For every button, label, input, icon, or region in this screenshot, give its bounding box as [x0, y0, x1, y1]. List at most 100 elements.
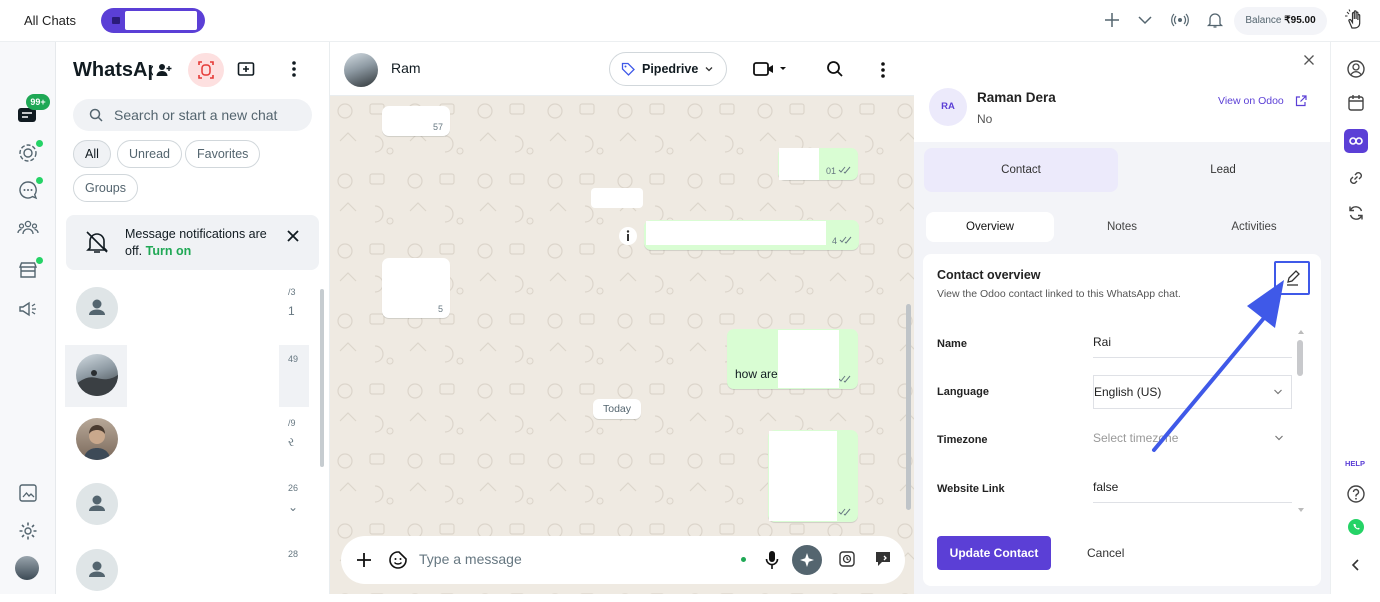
close-icon[interactable] — [286, 229, 300, 243]
status-dot — [36, 140, 43, 147]
tag-icon — [621, 62, 635, 76]
chevron-down-icon — [704, 64, 714, 74]
chevron-down-icon[interactable] — [1135, 10, 1155, 30]
contact-avatar[interactable] — [344, 53, 378, 87]
default-avatar — [76, 483, 118, 525]
system-notice — [591, 188, 643, 208]
scroll-down-arrow[interactable] — [1298, 508, 1304, 513]
contact-name[interactable]: Ram — [391, 60, 421, 76]
scan-button[interactable] — [188, 53, 224, 87]
tab-notes[interactable]: Notes — [1058, 212, 1186, 242]
view-on-odoo-link[interactable]: View on Odoo — [1218, 95, 1284, 107]
message-input[interactable]: Type a message — [419, 551, 522, 567]
communities-icon[interactable] — [17, 217, 39, 239]
profile-avatar[interactable] — [15, 556, 39, 580]
tab-overview[interactable]: Overview — [926, 212, 1054, 242]
segment-lead[interactable]: Lead — [1126, 148, 1320, 192]
whatsapp-icon[interactable] — [1348, 519, 1364, 535]
media-icon[interactable] — [17, 482, 39, 504]
card-scrollbar[interactable] — [1297, 340, 1303, 376]
sticker-icon[interactable] — [388, 550, 408, 570]
calendar-icon[interactable] — [1346, 93, 1366, 113]
odoo-app-icon[interactable] — [1344, 129, 1368, 153]
attach-plus-icon[interactable] — [356, 552, 372, 568]
channels-dot — [36, 177, 43, 184]
new-contact-icon[interactable] — [155, 61, 173, 79]
notification-banner: Message notifications are off. Turn on — [66, 215, 319, 270]
chat-row[interactable]: 49 — [65, 345, 309, 407]
filter-groups[interactable]: Groups — [73, 174, 138, 202]
crm-header: RA Raman Dera No View on Odoo — [914, 42, 1330, 142]
settings-icon[interactable] — [17, 520, 39, 542]
account-name-redacted — [125, 11, 197, 30]
account-switcher[interactable] — [101, 8, 205, 33]
message-in[interactable]: 5 — [382, 258, 450, 318]
photo-avatar — [76, 354, 118, 396]
message-in[interactable]: 57 — [382, 106, 450, 136]
search-placeholder: Search or start a new chat — [114, 107, 278, 123]
chat-row[interactable]: 26 ⌄ — [65, 474, 309, 536]
search-input[interactable]: Search or start a new chat — [73, 99, 312, 131]
double-check-icon — [839, 236, 852, 244]
pipedrive-button[interactable]: Pipedrive — [609, 52, 727, 86]
user-circle-icon[interactable] — [1346, 59, 1366, 79]
external-link-icon[interactable] — [1295, 95, 1307, 107]
video-call-icon[interactable] — [753, 61, 789, 77]
top-bar: All Chats Balance ₹95.00 — [0, 0, 1380, 42]
info-icon[interactable] — [618, 226, 638, 246]
default-avatar — [76, 287, 118, 329]
row-sub: 1 — [288, 304, 295, 318]
bell-icon[interactable] — [1205, 10, 1225, 30]
turn-on-link[interactable]: Turn on — [146, 244, 192, 258]
segment-contact[interactable]: Contact — [924, 148, 1118, 192]
row-time: 28 — [288, 549, 299, 559]
filter-favorites[interactable]: Favorites — [185, 140, 261, 168]
update-contact-button[interactable]: Update Contact — [937, 536, 1051, 570]
field-label-website: Website Link — [937, 483, 1005, 495]
chat-list-title: WhatsApp — [73, 59, 153, 81]
microphone-icon[interactable] — [765, 550, 779, 570]
balance-label: Balance — [1245, 15, 1282, 26]
conversation-scrollbar[interactable] — [906, 304, 911, 510]
chat-row[interactable]: /3 1 — [65, 278, 309, 340]
balance-badge[interactable]: Balance ₹95.00 — [1234, 7, 1327, 35]
field-label-name: Name — [937, 338, 967, 350]
help-label[interactable]: HELP — [1345, 459, 1365, 468]
broadcast-icon[interactable] — [1170, 10, 1190, 30]
tab-activities[interactable]: Activities — [1190, 212, 1318, 242]
pipedrive-label: Pipedrive — [642, 62, 699, 76]
scroll-up-arrow[interactable] — [1298, 329, 1304, 334]
search-icon[interactable] — [826, 60, 844, 78]
hand-wave-icon[interactable] — [1344, 8, 1368, 32]
new-chat-icon[interactable] — [236, 59, 256, 79]
row-time: 49 — [288, 354, 299, 364]
balance-value: ₹95.00 — [1284, 15, 1316, 26]
field-label-timezone: Timezone — [937, 434, 988, 446]
cancel-button[interactable]: Cancel — [1087, 536, 1135, 570]
chat-row[interactable]: 28 — [65, 540, 309, 602]
link-icon[interactable] — [1346, 168, 1366, 188]
help-circle-icon[interactable] — [1346, 484, 1366, 504]
filter-all[interactable]: All — [73, 140, 111, 168]
template-icon[interactable] — [874, 550, 892, 568]
collapse-chevron-icon[interactable] — [1346, 555, 1366, 575]
chat-row[interactable]: /9 ર — [65, 409, 309, 471]
message-composer: Type a message — [341, 536, 905, 584]
website-field[interactable]: false — [1093, 475, 1292, 503]
filter-unread[interactable]: Unread — [117, 140, 182, 168]
contact-full-name: Raman Dera — [977, 90, 1056, 105]
ai-assist-button[interactable] — [792, 545, 822, 575]
close-panel-icon[interactable] — [1303, 54, 1315, 66]
menu-icon[interactable] — [291, 60, 297, 78]
conversation-menu-icon[interactable] — [880, 61, 886, 79]
chat-list-scrollbar[interactable] — [320, 289, 324, 467]
timer-icon[interactable] — [837, 549, 857, 569]
plus-icon[interactable] — [1102, 10, 1122, 30]
sync-icon[interactable] — [1346, 203, 1366, 223]
default-avatar — [76, 549, 118, 591]
online-dot — [741, 557, 746, 562]
all-chats-label[interactable]: All Chats — [24, 13, 76, 28]
redacted-block — [769, 431, 837, 521]
megaphone-icon[interactable] — [17, 298, 39, 320]
segment-bar: Contact Lead — [914, 142, 1330, 200]
